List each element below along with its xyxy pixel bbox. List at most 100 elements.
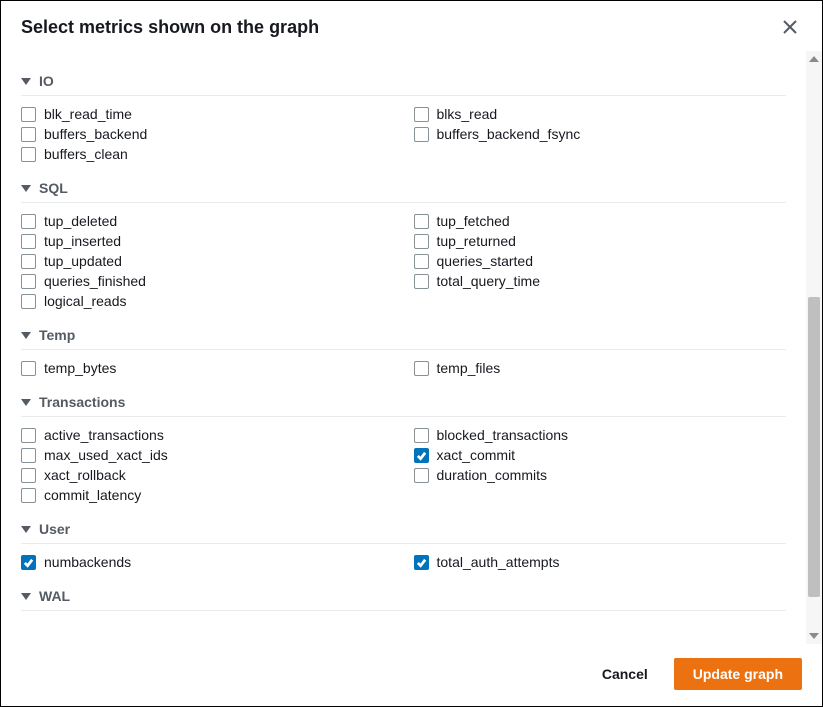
metric-label: tup_deleted (44, 213, 117, 229)
checkbox[interactable] (21, 254, 36, 269)
metric-label: temp_bytes (44, 360, 116, 376)
checkbox[interactable] (21, 234, 36, 249)
metric-item-total_auth_attempts[interactable]: total_auth_attempts (414, 552, 787, 572)
checkbox[interactable] (21, 555, 36, 570)
chevron-down-icon (21, 185, 31, 192)
metric-label: tup_returned (437, 233, 516, 249)
chevron-down-icon (21, 526, 31, 533)
checkbox[interactable] (414, 448, 429, 463)
metric-item-tup_returned[interactable]: tup_returned (414, 231, 787, 251)
metric-item-duration_commits[interactable]: duration_commits (414, 465, 787, 485)
metric-item-max_used_xact_ids[interactable]: max_used_xact_ids (21, 445, 394, 465)
section-label: Temp (39, 327, 75, 343)
metric-item-blks_read[interactable]: blks_read (414, 104, 787, 124)
metric-label: queries_finished (44, 273, 146, 289)
metric-item-xact_rollback[interactable]: xact_rollback (21, 465, 394, 485)
section-header-user[interactable]: User (21, 515, 786, 544)
scrollbar-down-button[interactable] (806, 628, 822, 644)
metric-label: buffers_clean (44, 146, 128, 162)
cancel-button[interactable]: Cancel (592, 658, 658, 690)
section-header-temp[interactable]: Temp (21, 321, 786, 350)
metric-label: buffers_backend_fsync (437, 126, 581, 142)
checkbox[interactable] (414, 107, 429, 122)
section-header-io[interactable]: IO (21, 67, 786, 96)
checkbox[interactable] (21, 448, 36, 463)
section-label: IO (39, 73, 54, 89)
metric-item-queries_started[interactable]: queries_started (414, 251, 787, 271)
checkbox[interactable] (414, 214, 429, 229)
checkbox[interactable] (21, 468, 36, 483)
checkbox[interactable] (414, 254, 429, 269)
metric-grid-user: numbackends total_auth_attempts (21, 552, 786, 572)
section-header-transactions[interactable]: Transactions (21, 388, 786, 417)
metric-item-blk_read_time[interactable]: blk_read_time (21, 104, 394, 124)
metric-label: commit_latency (44, 487, 141, 503)
checkbox[interactable] (414, 468, 429, 483)
metric-item-active_transactions[interactable]: active_transactions (21, 425, 394, 445)
section-header-wal[interactable]: WAL (21, 582, 786, 611)
checkbox[interactable] (414, 274, 429, 289)
close-icon (783, 20, 797, 34)
check-icon (416, 557, 427, 568)
close-button[interactable] (778, 15, 802, 39)
metrics-modal: Select metrics shown on the graph IO blk_… (0, 0, 823, 707)
metric-label: blk_read_time (44, 106, 132, 122)
scrollbar-track[interactable] (806, 51, 822, 644)
metric-item-tup_inserted[interactable]: tup_inserted (21, 231, 394, 251)
metric-item-buffers_backend_fsync[interactable]: buffers_backend_fsync (414, 124, 787, 144)
section-header-sql[interactable]: SQL (21, 174, 786, 203)
metric-item-tup_updated[interactable]: tup_updated (21, 251, 394, 271)
metric-item-buffers_backend[interactable]: buffers_backend (21, 124, 394, 144)
metric-item-queries_finished[interactable]: queries_finished (21, 271, 394, 291)
checkbox[interactable] (21, 428, 36, 443)
metric-grid-temp: temp_bytes temp_files (21, 358, 786, 378)
metric-item-temp_files[interactable]: temp_files (414, 358, 787, 378)
metric-item-temp_bytes[interactable]: temp_bytes (21, 358, 394, 378)
update-graph-button[interactable]: Update graph (674, 658, 802, 690)
chevron-down-icon (21, 593, 31, 600)
metric-item-xact_commit[interactable]: xact_commit (414, 445, 787, 465)
metric-item-numbackends[interactable]: numbackends (21, 552, 394, 572)
check-icon (416, 450, 427, 461)
modal-header: Select metrics shown on the graph (1, 1, 822, 51)
checkbox[interactable] (414, 428, 429, 443)
modal-title: Select metrics shown on the graph (21, 17, 778, 38)
modal-body-outer: IOblk_read_timeblks_readbuffers_backendb… (1, 51, 822, 644)
metric-label: numbackends (44, 554, 131, 570)
modal-scroll-area[interactable]: IOblk_read_timeblks_readbuffers_backendb… (1, 51, 806, 644)
checkbox[interactable] (414, 555, 429, 570)
checkbox[interactable] (21, 107, 36, 122)
checkbox[interactable] (414, 361, 429, 376)
metric-grid-sql: tup_deleted tup_fetched tup_inserted tup_re… (21, 211, 786, 311)
metric-label: total_query_time (437, 273, 541, 289)
checkbox[interactable] (414, 234, 429, 249)
metric-item-blocked_transactions[interactable]: blocked_transactions (414, 425, 787, 445)
checkbox[interactable] (21, 274, 36, 289)
checkbox[interactable] (21, 361, 36, 376)
metric-item-total_query_time[interactable]: total_query_time (414, 271, 787, 291)
metric-item-tup_deleted[interactable]: tup_deleted (21, 211, 394, 231)
metric-label: blocked_transactions (437, 427, 569, 443)
checkbox[interactable] (414, 127, 429, 142)
metric-grid-io: blk_read_timeblks_readbuffers_backendbuf… (21, 104, 786, 164)
checkbox[interactable] (21, 214, 36, 229)
checkbox[interactable] (21, 294, 36, 309)
metric-label: tup_inserted (44, 233, 121, 249)
metric-label: queries_started (437, 253, 534, 269)
metric-item-commit_latency[interactable]: commit_latency (21, 485, 394, 505)
scrollbar-up-button[interactable] (806, 51, 822, 67)
metric-item-tup_fetched[interactable]: tup_fetched (414, 211, 787, 231)
metric-item-buffers_clean[interactable]: buffers_clean (21, 144, 394, 164)
section-label: User (39, 521, 70, 537)
check-icon (23, 557, 34, 568)
checkbox[interactable] (21, 147, 36, 162)
scrollbar-thumb[interactable] (808, 297, 820, 597)
checkbox[interactable] (21, 488, 36, 503)
metric-label: blks_read (437, 106, 498, 122)
modal-footer: Cancel Update graph (1, 644, 822, 706)
section-label: SQL (39, 180, 68, 196)
checkbox[interactable] (21, 127, 36, 142)
metric-item-logical_reads[interactable]: logical_reads (21, 291, 394, 311)
metric-label: tup_fetched (437, 213, 510, 229)
section-label: Transactions (39, 394, 125, 410)
